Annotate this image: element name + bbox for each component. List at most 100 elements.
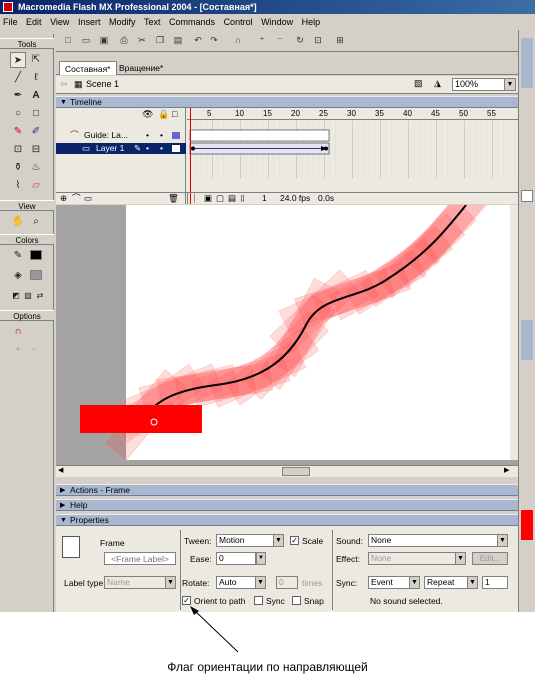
layer-visible-dot[interactable]: • (146, 143, 149, 154)
guide-outline-swatch[interactable] (172, 132, 180, 139)
snap-magnet-icon[interactable]: ∩ (232, 34, 244, 46)
back-arrow-icon[interactable]: ⇦ (60, 79, 68, 90)
lock-icon[interactable]: 🔒 (158, 109, 169, 120)
stroke-color-swatch[interactable] (30, 250, 42, 260)
help-panel-header[interactable]: ▶ Help (56, 499, 518, 511)
menu-commands[interactable]: Commands (166, 15, 218, 29)
align-icon[interactable]: ⊞ (334, 34, 346, 46)
guide-lock-dot[interactable]: • (160, 130, 163, 141)
actions-panel-header[interactable]: ▶ Actions - Frame (56, 484, 518, 496)
repeat-count-input[interactable]: 1 (482, 576, 508, 589)
menu-window[interactable]: Window (258, 15, 296, 29)
label-type-select[interactable]: Name ▼ (104, 576, 176, 589)
eraser-tool-icon[interactable]: ▱ (28, 178, 44, 194)
center-frame-icon[interactable]: ⏐ (192, 193, 197, 204)
snap-magnet-option-icon[interactable]: ∩ (10, 324, 26, 340)
lasso-tool-icon[interactable]: ℓ (28, 70, 44, 86)
onion-skin-icon[interactable]: ▣ (204, 193, 212, 204)
smooth-option-icon[interactable]: ⁺ (10, 344, 26, 360)
paste-icon[interactable]: ▤ (172, 34, 184, 46)
eyedropper-tool-icon[interactable]: ⌇ (10, 178, 26, 194)
text-tool-icon[interactable]: A (28, 88, 44, 104)
dock-color-swatch[interactable] (521, 510, 533, 540)
menu-text[interactable]: Text (141, 15, 164, 29)
ink-bottle-tool-icon[interactable]: ⚱ (10, 160, 26, 176)
rotate-icon[interactable]: ↻ (294, 34, 306, 46)
guide-layer-row[interactable]: ⌒ Guide: La... • • (56, 130, 186, 141)
vscroll[interactable] (510, 205, 518, 460)
line-tool-icon[interactable]: ╱ (10, 70, 26, 86)
redo-icon[interactable]: ↷ (208, 34, 220, 46)
scroll-thumb[interactable] (282, 467, 310, 476)
menu-help[interactable]: Help (299, 15, 324, 29)
menu-insert[interactable]: Insert (75, 15, 104, 29)
outline-icon[interactable]: □ (172, 109, 177, 119)
free-transform-tool-icon[interactable]: ⊡ (10, 142, 26, 158)
timeline-header[interactable]: ▼ Timeline (56, 96, 518, 108)
onion-outline-icon[interactable]: ▢ (216, 193, 224, 204)
menu-modify[interactable]: Modify (106, 15, 139, 29)
fill-color-swatch[interactable] (30, 270, 42, 280)
repeat-select[interactable]: Repeat ▼ (424, 576, 478, 589)
swap-colors-icon[interactable]: ⇄ (32, 288, 48, 304)
scroll-left-icon[interactable]: ◀ (58, 466, 63, 474)
sound-select[interactable]: None ▼ (368, 534, 508, 547)
tab-rotation[interactable]: Вращение* (114, 61, 168, 75)
open-folder-icon[interactable]: ▭ (80, 34, 92, 46)
keyframe-start[interactable] (191, 146, 195, 151)
hand-tool-icon[interactable]: ✋ (10, 214, 26, 230)
insert-folder-icon[interactable]: ▭ (84, 193, 92, 204)
fill-color-icon[interactable]: ◈ (10, 268, 26, 284)
ease-slider-icon[interactable]: ▼ (256, 552, 266, 565)
scroll-right-icon[interactable]: ▶ (504, 466, 509, 474)
eye-icon[interactable]: 👁 (142, 109, 153, 120)
layer-outline-swatch[interactable] (172, 145, 180, 152)
onion-markers-icon[interactable]: ⌷ (240, 193, 245, 204)
tween-select[interactable]: Motion ▼ (216, 534, 284, 547)
frame-grid[interactable] (187, 108, 518, 192)
oval-tool-icon[interactable]: ○ (10, 106, 26, 122)
rotation-times-input[interactable]: 0 (276, 576, 298, 589)
ease-input[interactable]: 0 (216, 552, 256, 565)
effect-select[interactable]: None ▼ (368, 552, 466, 565)
keyframe-end[interactable] (324, 146, 328, 151)
rotate-select[interactable]: Auto ▼ (216, 576, 266, 589)
paint-bucket-tool-icon[interactable]: ♨ (28, 160, 44, 176)
pen-tool-icon[interactable]: ✒ (10, 88, 26, 104)
straighten-icon[interactable]: ⁻ (274, 34, 286, 46)
horizontal-scrollbar[interactable]: ◀ ▶ (56, 465, 518, 477)
properties-panel-header[interactable]: ▼ Properties (56, 514, 518, 526)
scale-checkbox[interactable]: ✓ (290, 536, 299, 545)
edit-scene-icon[interactable]: ▧ (414, 78, 423, 89)
playhead[interactable] (190, 108, 191, 204)
pencil-tool-icon[interactable]: ✎ (10, 124, 26, 140)
stroke-color-icon[interactable]: ✎ (10, 248, 26, 264)
dock-panel-tab[interactable] (521, 320, 533, 360)
layer-1-row[interactable]: ▭ Layer 1 ✎ • • (56, 143, 186, 154)
menu-control[interactable]: Control (221, 15, 256, 29)
red-rectangle[interactable] (80, 405, 202, 433)
edit-multiple-icon[interactable]: ▤ (228, 193, 236, 204)
menu-edit[interactable]: Edit (23, 15, 45, 29)
rectangle-tool-icon[interactable]: □ (28, 106, 44, 122)
edit-button[interactable]: Edit... (472, 552, 508, 565)
tab-composite[interactable]: Составная* (59, 61, 117, 75)
guide-visible-dot[interactable]: • (146, 130, 149, 141)
print-icon[interactable]: ⎙ (118, 34, 130, 46)
zoom-tool-icon[interactable]: ⌕ (28, 214, 44, 230)
guide-frame-span[interactable] (189, 129, 330, 142)
menu-file[interactable]: File (0, 15, 21, 29)
stage-canvas[interactable] (56, 205, 518, 475)
dock-panel-tab[interactable] (521, 190, 533, 202)
smooth-icon[interactable]: ⁺ (256, 34, 268, 46)
add-guide-icon[interactable]: ⌒ (72, 193, 81, 204)
brush-tool-icon[interactable]: ✐ (28, 124, 44, 140)
subselect-tool-icon[interactable]: ⇱ (28, 52, 44, 68)
new-file-icon[interactable]: □ (62, 34, 74, 46)
frame-label-input[interactable] (104, 552, 176, 565)
copy-icon[interactable]: ❐ (154, 34, 166, 46)
undo-icon[interactable]: ↶ (192, 34, 204, 46)
edit-symbols-icon[interactable]: ◮ (434, 78, 441, 89)
straighten-option-icon[interactable]: ⁻ (26, 344, 42, 360)
dock-panel-tab[interactable] (521, 38, 533, 88)
